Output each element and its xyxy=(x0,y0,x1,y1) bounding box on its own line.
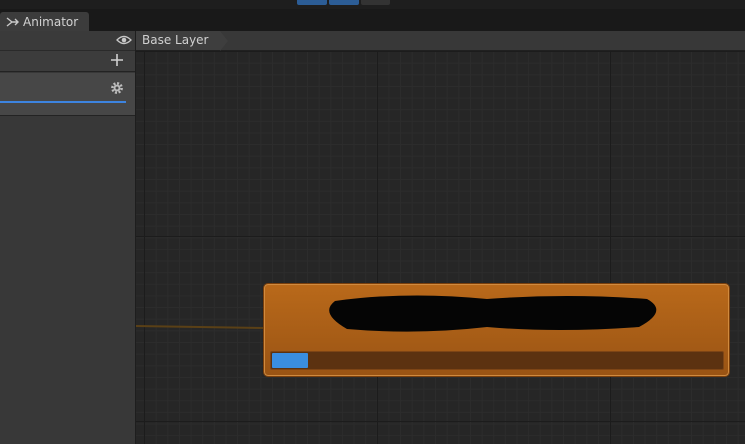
layers-panel xyxy=(0,31,136,444)
animator-icon xyxy=(6,16,19,27)
breadcrumb-label: Base Layer xyxy=(142,33,209,47)
gear-icon[interactable] xyxy=(110,81,124,95)
toolbar-button-3[interactable] xyxy=(361,0,390,5)
state-machine-graph[interactable] xyxy=(136,51,745,444)
redacted-state-name xyxy=(329,295,657,332)
layers-panel-header xyxy=(0,31,135,51)
state-progress-bar xyxy=(270,351,724,370)
layer-weight-bar[interactable] xyxy=(0,101,126,103)
toolbar-button-1[interactable] xyxy=(297,0,327,5)
state-node[interactable] xyxy=(264,284,729,376)
plus-icon[interactable] xyxy=(110,53,124,67)
tab-label: Animator xyxy=(23,14,79,29)
breadcrumb-item-base-layer[interactable]: Base Layer xyxy=(136,31,220,50)
toolbar-button-2[interactable] xyxy=(329,0,359,5)
window-tab-bar: Animator xyxy=(0,9,745,32)
transition-line[interactable] xyxy=(136,325,266,329)
eye-icon[interactable] xyxy=(116,34,132,46)
breadcrumb: Base Layer xyxy=(136,31,745,51)
breadcrumb-arrow xyxy=(220,31,228,51)
state-progress-fill xyxy=(272,353,308,368)
layer-item[interactable] xyxy=(0,73,135,116)
tab-animator[interactable]: Animator xyxy=(0,12,89,31)
add-layer-row xyxy=(0,51,135,72)
top-toolbar-strip xyxy=(0,0,745,9)
